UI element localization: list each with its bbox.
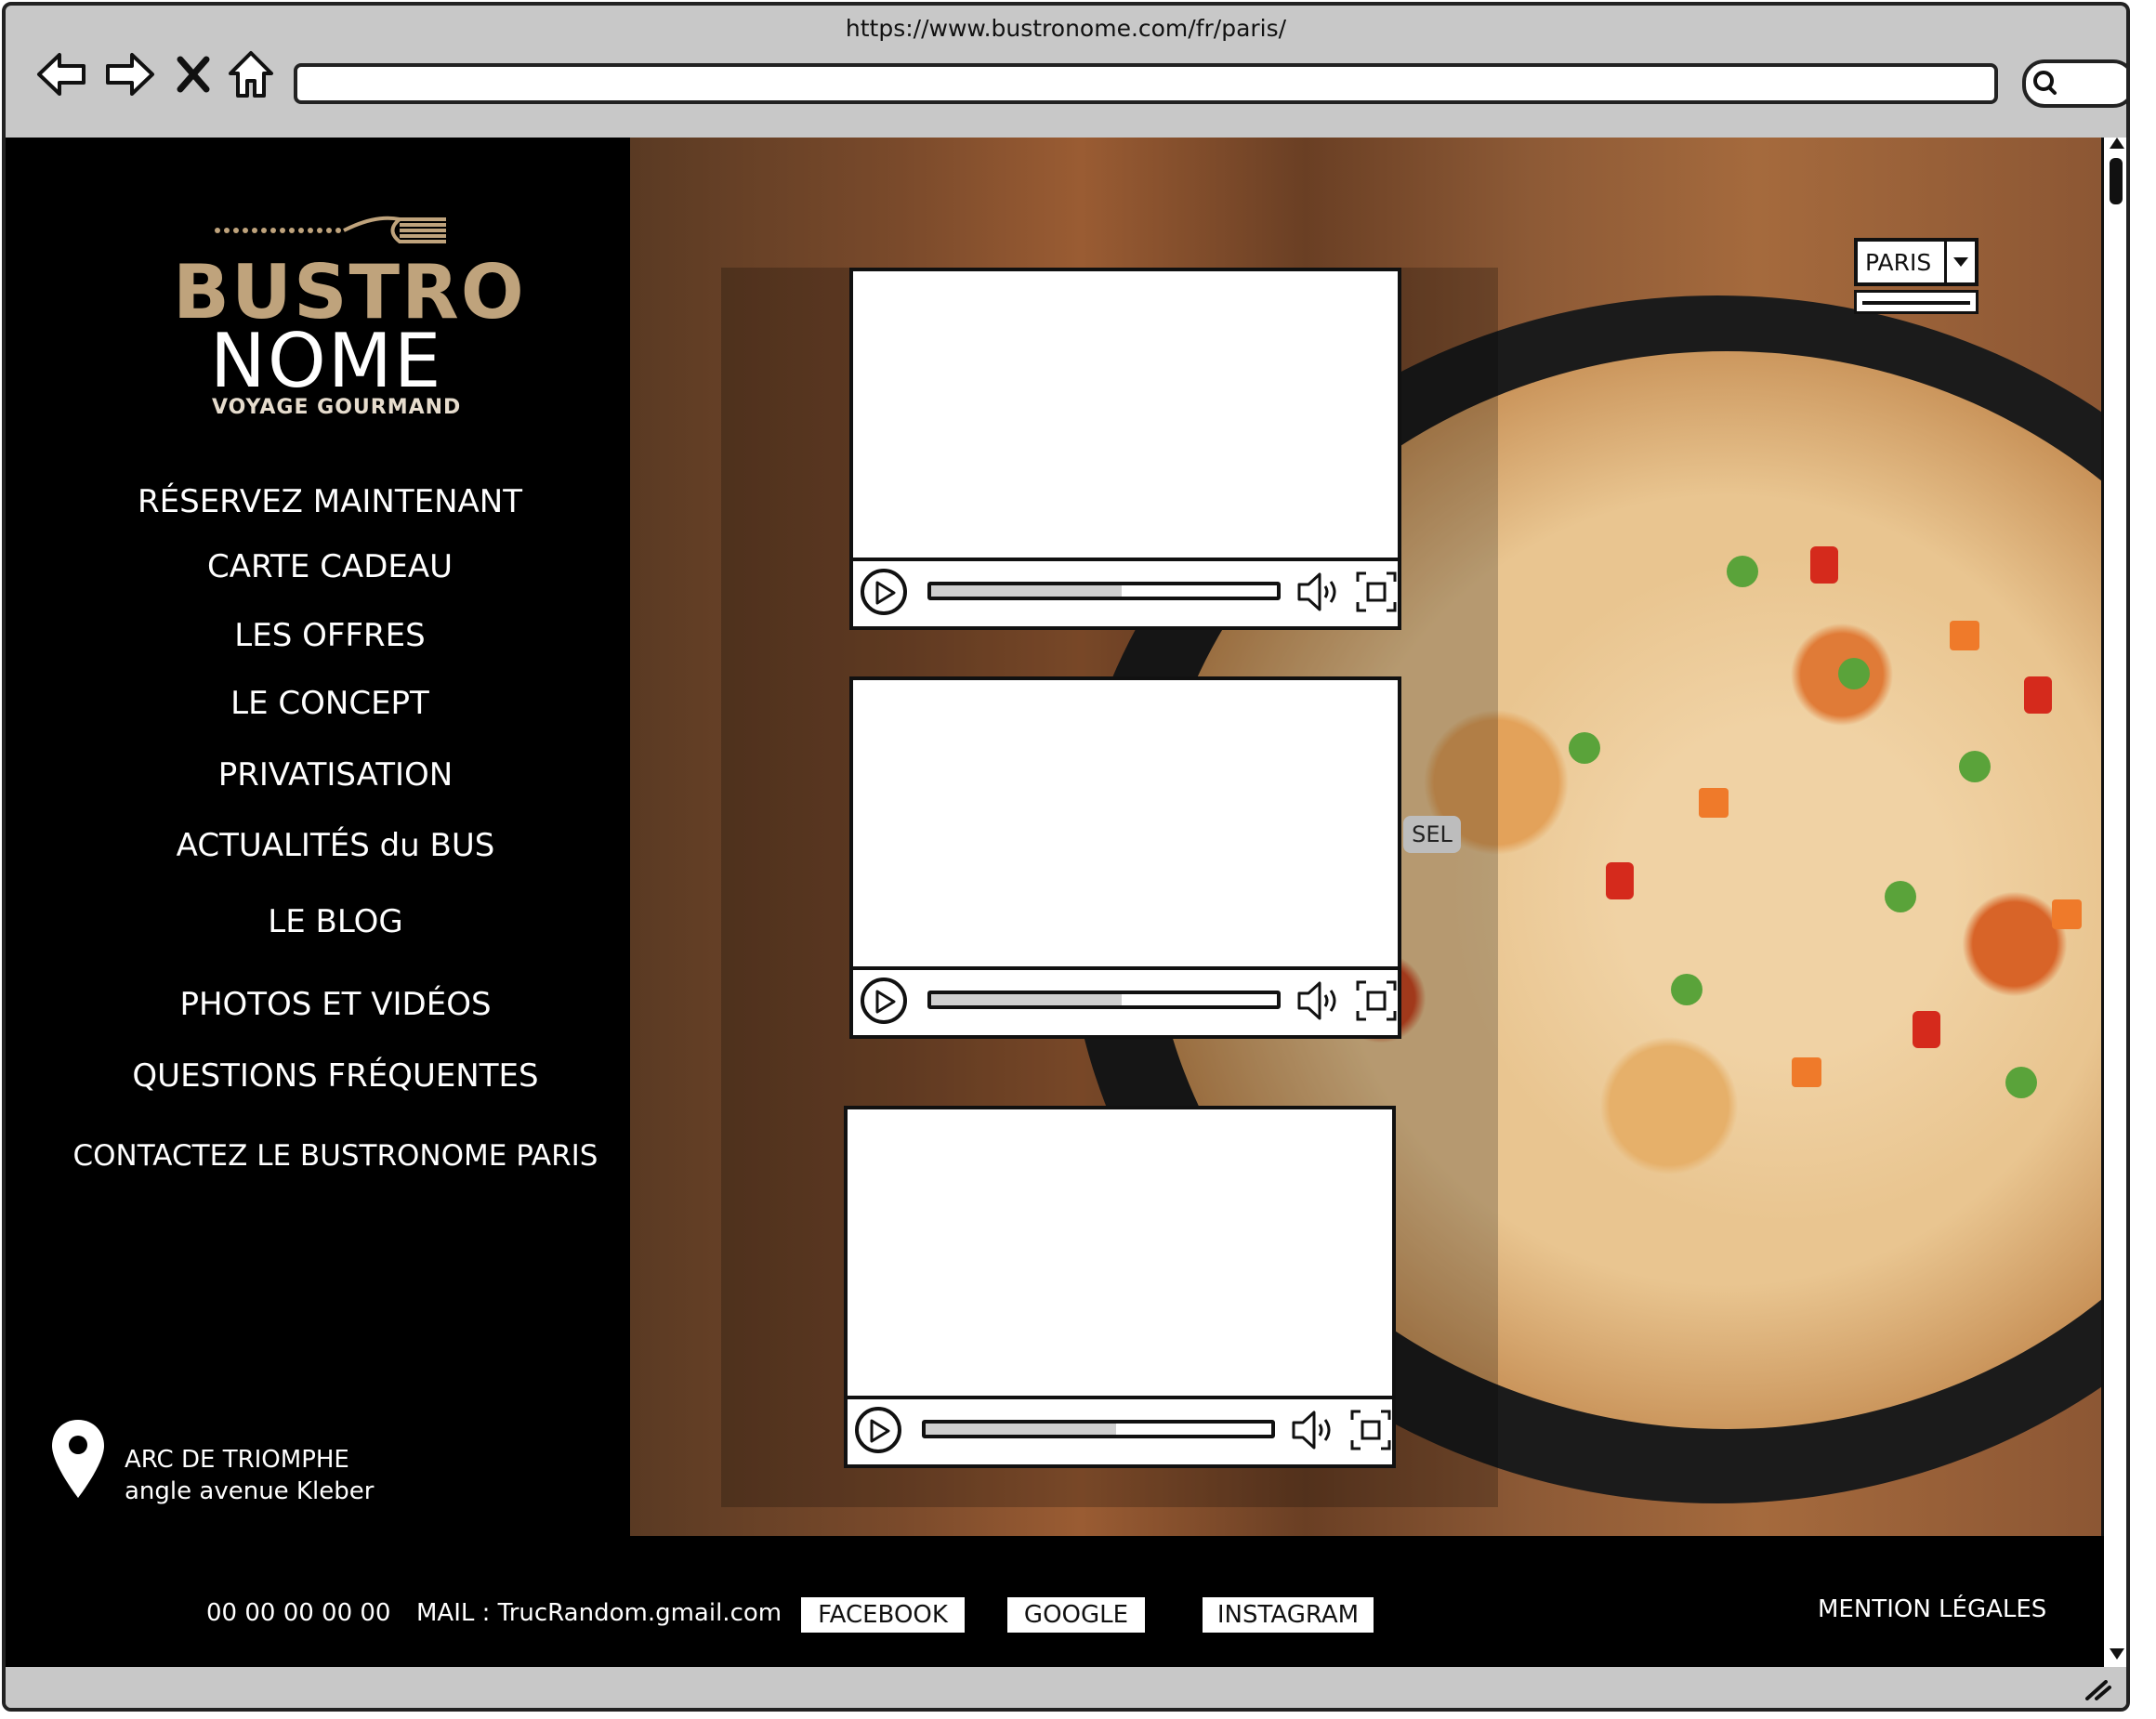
menu-item-privatisation[interactable]: PRIVATISATION — [6, 756, 665, 794]
menu-item-reservez[interactable]: RÉSERVEZ MAINTENANT — [6, 483, 660, 520]
menu-item-photos-videos[interactable]: PHOTOS ET VIDÉOS — [6, 986, 665, 1023]
menu-item-blog[interactable]: LE BLOG — [6, 903, 665, 940]
menu-item-actualites[interactable]: ACTUALITÉS du BUS — [6, 827, 665, 864]
address-line-1: ARC DE TRIOMPHE — [125, 1446, 349, 1474]
footer: 00 00 00 00 00 MAIL : TrucRandom.gmail.c… — [6, 1536, 2104, 1667]
volume-icon[interactable] — [1290, 1409, 1342, 1451]
menu-item-concept[interactable]: LE CONCEPT — [6, 685, 660, 722]
facebook-button[interactable]: FACEBOOK — [801, 1597, 965, 1633]
sel-label[interactable]: SEL — [1403, 816, 1461, 853]
sidebar: BUSTRO NOME VOYAGE GOURMAND RÉSERVEZ MAI… — [6, 138, 628, 1536]
play-button[interactable] — [861, 978, 907, 1024]
video-controls — [853, 966, 1398, 1035]
video-player-3[interactable] — [844, 1106, 1396, 1468]
play-button[interactable] — [855, 1407, 901, 1453]
page-viewport: BUSTRO NOME VOYAGE GOURMAND RÉSERVEZ MAI… — [6, 138, 2126, 1667]
menu-item-faq[interactable]: QUESTIONS FRÉQUENTES — [6, 1057, 665, 1095]
play-icon — [870, 1419, 890, 1443]
scroll-thumb[interactable] — [2110, 158, 2123, 204]
footer-mail[interactable]: MAIL : TrucRandom.gmail.com — [416, 1599, 782, 1627]
legal-link[interactable]: MENTION LÉGALES — [1818, 1595, 2046, 1623]
scroll-up-arrow-icon[interactable] — [2110, 138, 2124, 149]
video-player-1[interactable] — [849, 268, 1401, 630]
hero-food-image: SEL PARIS — [630, 138, 2126, 1536]
video-player-2[interactable] — [849, 676, 1401, 1039]
location-pin-icon — [52, 1420, 104, 1498]
logo-tagline: VOYAGE GOURMAND — [212, 396, 462, 419]
footer-phone: 00 00 00 00 00 — [206, 1599, 391, 1627]
city-dropdown-list[interactable] — [1854, 290, 1979, 314]
fullscreen-icon[interactable] — [1355, 979, 1398, 1022]
progress-bar[interactable] — [927, 582, 1281, 600]
fullscreen-icon[interactable] — [1355, 571, 1398, 613]
back-arrow-icon[interactable] — [33, 46, 89, 102]
chevron-down-icon — [1944, 242, 1975, 282]
play-icon — [875, 990, 896, 1014]
volume-icon[interactable] — [1295, 571, 1348, 613]
video-controls — [848, 1396, 1392, 1464]
url-text: https://www.bustronome.com/fr/paris/ — [845, 15, 1287, 42]
play-button[interactable] — [861, 569, 907, 615]
progress-bar[interactable] — [922, 1420, 1275, 1438]
logo-text-nome: NOME — [210, 318, 443, 404]
instagram-button[interactable]: INSTAGRAM — [1203, 1597, 1374, 1633]
close-icon[interactable] — [175, 46, 212, 102]
status-bar — [6, 1667, 2126, 1708]
progress-fill — [931, 585, 1122, 597]
forward-arrow-icon[interactable] — [102, 46, 158, 102]
video-controls — [853, 558, 1398, 626]
volume-icon[interactable] — [1295, 979, 1348, 1022]
address-block: ARC DE TRIOMPHE angle avenue Kleber — [50, 1418, 403, 1511]
address-bar[interactable] — [294, 63, 1998, 104]
progress-fill — [926, 1424, 1116, 1435]
progress-fill — [931, 994, 1122, 1005]
search-button[interactable] — [2022, 59, 2126, 108]
home-icon[interactable] — [225, 46, 277, 102]
browser-window: https://www.bustronome.com/fr/paris/ BUS… — [2, 2, 2130, 1712]
city-dropdown-value: PARIS — [1865, 249, 1932, 276]
menu-item-carte-cadeau[interactable]: CARTE CADEAU — [6, 548, 660, 585]
menu-item-offres[interactable]: LES OFFRES — [6, 617, 660, 654]
google-button[interactable]: GOOGLE — [1007, 1597, 1145, 1633]
progress-bar[interactable] — [927, 991, 1281, 1009]
scroll-down-arrow-icon[interactable] — [2110, 1648, 2124, 1660]
scrollbar[interactable] — [2101, 138, 2126, 1667]
address-line-2: angle avenue Kleber — [125, 1477, 375, 1505]
logo[interactable]: BUSTRO NOME VOYAGE GOURMAND — [164, 203, 524, 419]
fork-icon — [215, 216, 446, 243]
search-icon — [2033, 71, 2057, 95]
menu-item-contact[interactable]: CONTACTEZ LE BUSTRONOME PARIS — [6, 1139, 665, 1173]
play-icon — [875, 581, 896, 605]
city-dropdown[interactable]: PARIS — [1854, 238, 1979, 286]
fullscreen-icon[interactable] — [1349, 1409, 1392, 1451]
resize-grip-icon[interactable] — [2084, 1680, 2111, 1700]
